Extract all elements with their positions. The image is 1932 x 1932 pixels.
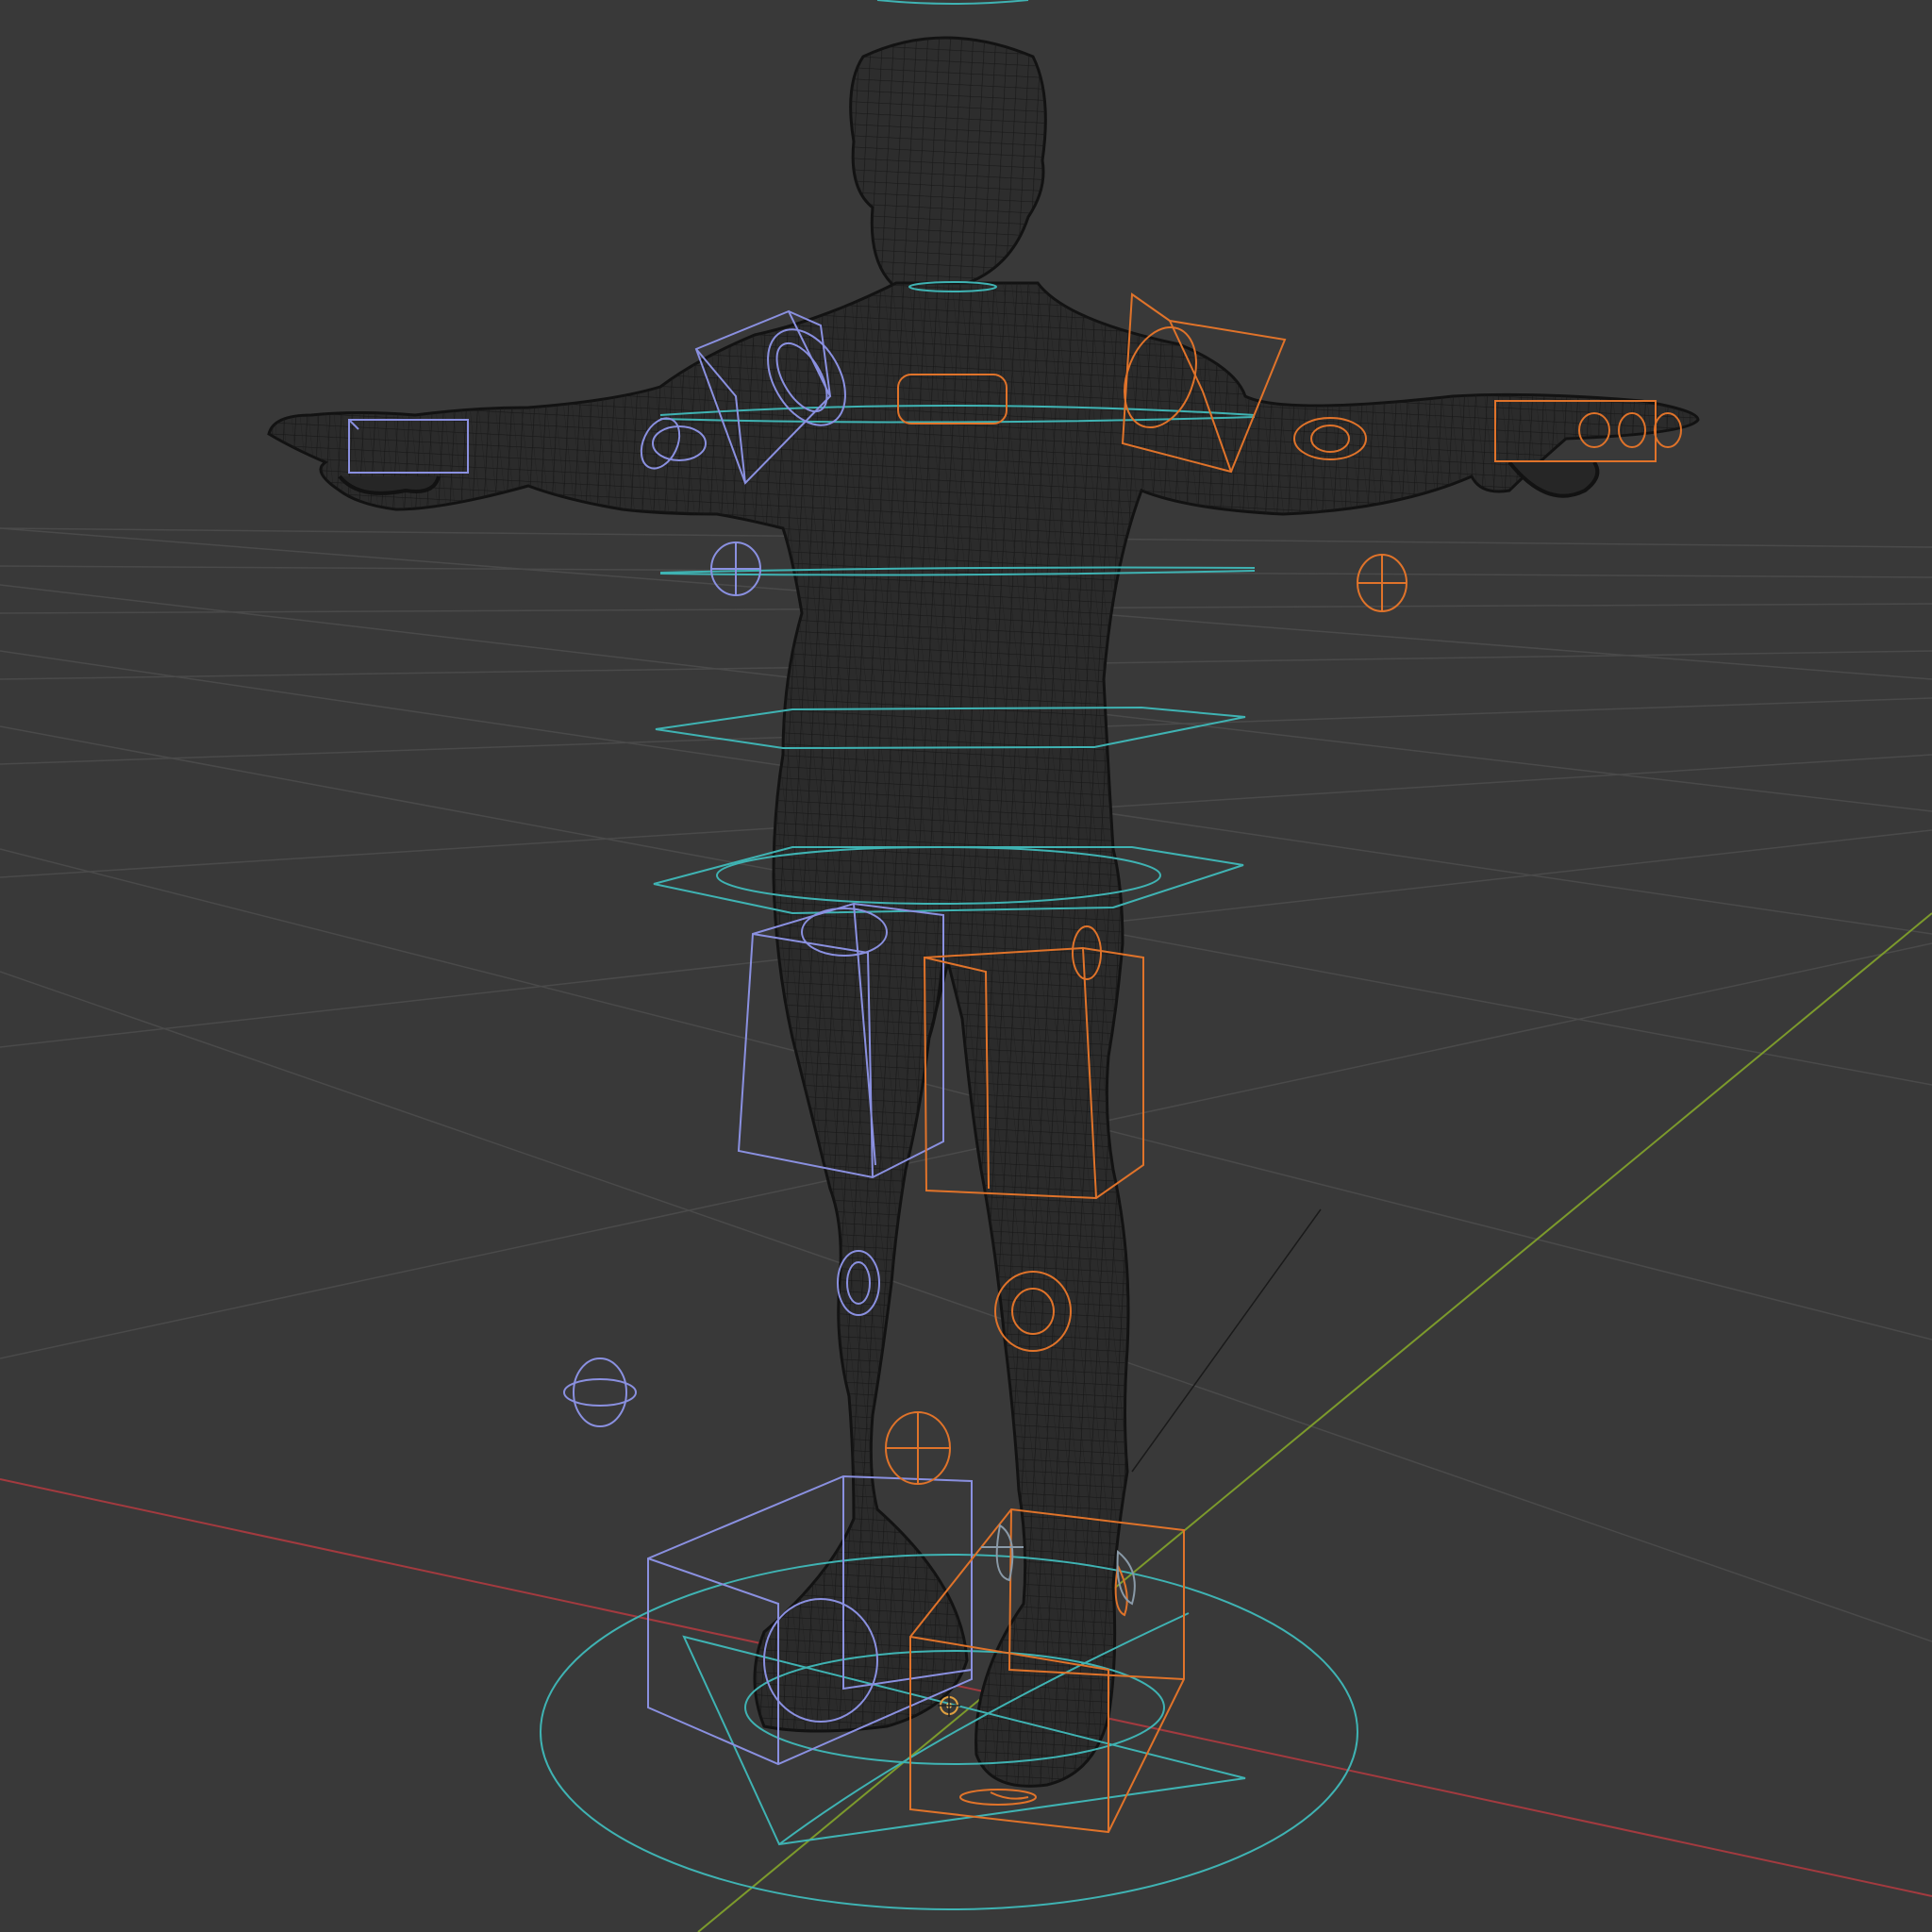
3d-viewport[interactable] <box>0 0 1932 1932</box>
